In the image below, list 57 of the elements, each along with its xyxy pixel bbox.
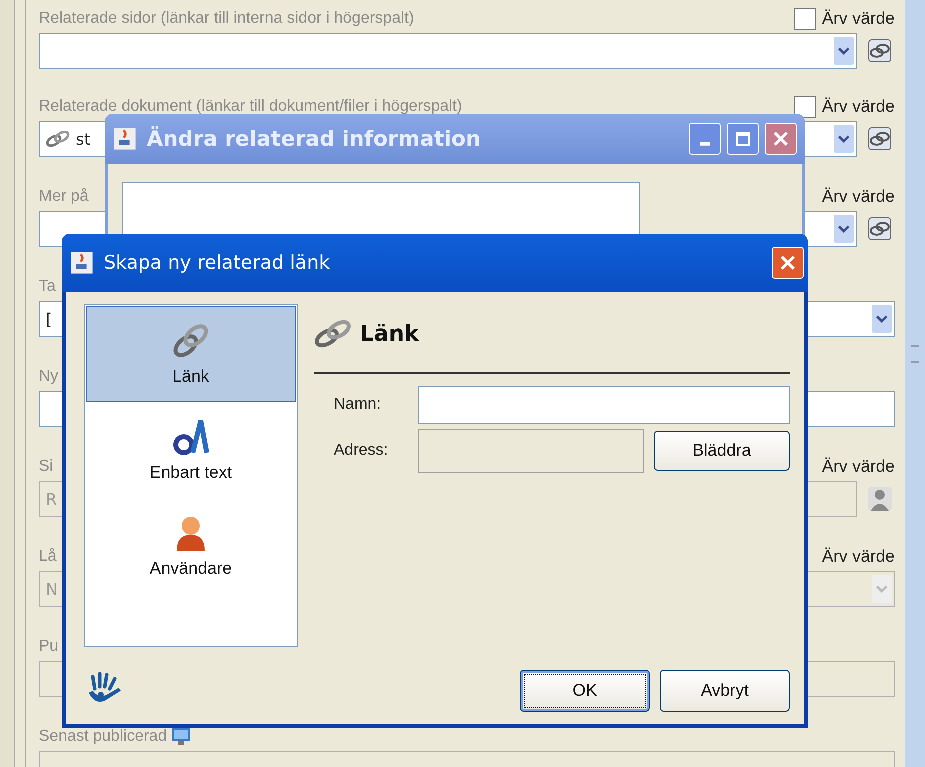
text-field[interactable] [122,182,640,236]
chevron-down-icon [838,224,850,234]
inherit-checkbox[interactable] [794,96,816,118]
field-label: Ny [39,368,59,386]
maximize-icon [733,129,753,149]
type-item[interactable]: Enbart text [86,402,296,498]
inherit-label: Ärv värde [822,457,895,477]
minimize-button[interactable] [689,123,721,155]
window-title: Ändra relaterad information [147,127,481,151]
inherit-label: Ärv värde [822,187,895,207]
field-value: st [76,130,91,148]
field-label: Mer på [39,188,89,206]
dropdown-button[interactable] [834,125,854,153]
field-label: Relaterade dokument (länkar till dokument/filer i högerspalt) [39,98,462,116]
close-button[interactable] [772,247,804,279]
chevron-down-icon [838,134,850,144]
section-heading: Länk [360,322,420,346]
minimize-icon [700,142,710,146]
field-label: Ta [39,278,56,296]
maximize-button[interactable] [727,123,759,155]
chevron-down-icon [838,46,850,56]
java-cup-icon [113,127,137,151]
close-button[interactable] [765,123,797,155]
inherit-label: Ärv värde [822,97,895,117]
scrollbar[interactable] [905,0,925,767]
combo-box[interactable] [39,33,857,69]
inherit-label: Ärv värde [822,9,895,29]
dropdown-button[interactable] [834,37,854,65]
field-label: Senast publicerad [39,728,168,746]
dropdown-button[interactable] [872,305,892,333]
dialog-button[interactable]: Avbryt [660,670,790,712]
dialog-title: Skapa ny relaterad länk [104,252,330,274]
dropdown-button[interactable] [834,215,854,243]
chain-icon [314,319,354,349]
user-button[interactable] [865,486,895,512]
inherit-label: Ärv värde [822,547,895,567]
field-label: Namn: [333,396,382,414]
field-label: Lå [39,548,57,566]
type-item[interactable]: Länk [86,306,296,402]
java-cup-icon [70,251,94,275]
field-value: N [46,580,58,598]
chevron-down-icon [876,584,888,594]
field-label: Si [39,458,54,476]
dialog-button[interactable]: OK [520,670,650,712]
chain-icon [46,131,70,147]
close-icon [771,129,791,149]
field-value: [ [46,310,52,328]
field-label: Pu [39,638,59,656]
chevron-down-icon [876,314,888,324]
field-label: Adress: [333,442,390,460]
field-value: R [46,490,58,508]
type-item[interactable]: Användare [86,498,296,594]
field-label: Relaterade sidor (länkar till interna sidor i högerspalt) [39,10,414,28]
inherit-checkbox[interactable] [794,8,816,30]
monitor-icon [171,727,192,747]
input-field[interactable] [418,386,790,424]
close-icon [778,253,798,273]
